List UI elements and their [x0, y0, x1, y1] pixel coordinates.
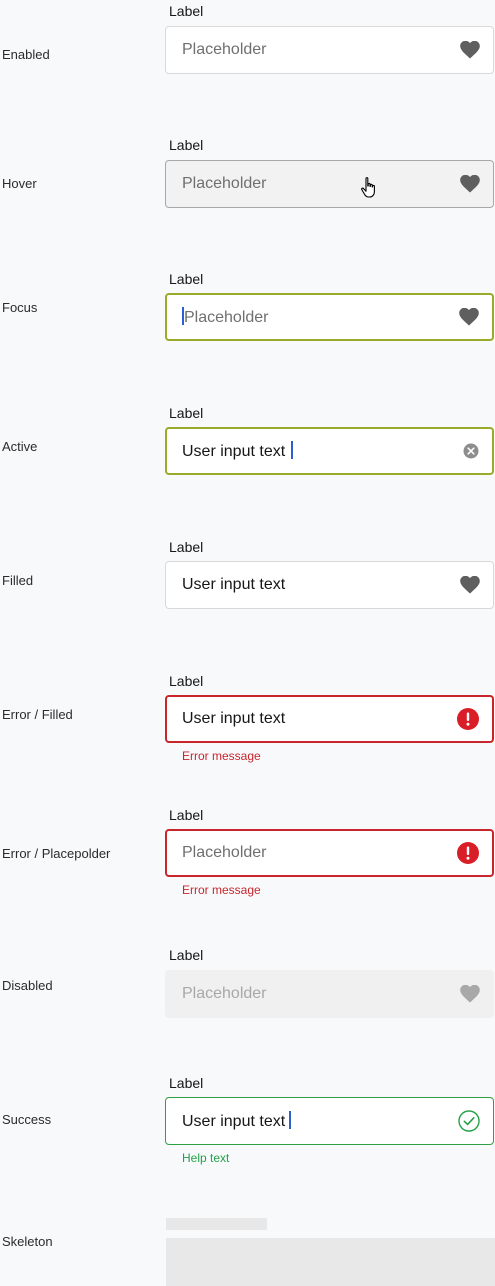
state-label-filled: Filled	[2, 573, 34, 588]
state-label-success: Success	[2, 1112, 52, 1127]
state-label-error-placeholder: Error / Placepolder	[2, 846, 111, 861]
hand-pointer-icon	[360, 176, 380, 200]
error-message: Error message	[182, 749, 261, 763]
text-caret	[289, 1111, 292, 1129]
field-label: Label	[169, 539, 204, 555]
state-label-hover: Hover	[2, 176, 37, 191]
text-caret	[291, 441, 294, 459]
text-input-active[interactable]: User input text	[165, 427, 494, 475]
state-label-enabled: Enabled	[2, 47, 50, 62]
clear-icon[interactable]	[463, 443, 479, 459]
text-input-enabled[interactable]: Placeholder	[165, 26, 494, 74]
heart-icon	[460, 575, 480, 594]
field-label: Label	[169, 3, 204, 19]
text-input-error-filled[interactable]: User input text	[165, 695, 494, 743]
field-label: Label	[169, 673, 204, 689]
placeholder-text: Placeholder	[182, 844, 267, 861]
heart-icon	[459, 307, 479, 326]
input-value: User input text	[182, 710, 286, 727]
help-text: Help text	[182, 1151, 230, 1165]
error-message: Error message	[182, 883, 261, 897]
placeholder-text: Placeholder	[184, 309, 269, 326]
error-icon	[457, 708, 479, 730]
placeholder-text: Placeholder	[182, 985, 267, 1002]
heart-icon	[460, 40, 480, 59]
state-label-error-filled: Error / Filled	[2, 707, 73, 722]
field-label: Label	[169, 807, 204, 823]
field-label: Label	[169, 271, 204, 287]
text-input-disabled: Placeholder	[165, 970, 494, 1018]
text-input-success[interactable]: User input text	[165, 1097, 494, 1145]
state-label-skeleton: Skeleton	[2, 1234, 53, 1249]
state-label-disabled: Disabled	[2, 978, 53, 993]
field-label: Label	[169, 947, 204, 963]
state-label-focus: Focus	[2, 300, 38, 315]
placeholder-text: Placeholder	[182, 41, 267, 58]
field-label: Label	[169, 405, 204, 421]
skeleton-field-placeholder	[166, 1238, 495, 1286]
heart-icon	[460, 984, 480, 1003]
text-input-hover[interactable]: Placeholder	[165, 160, 494, 208]
checkmark-circle-icon	[458, 1110, 480, 1132]
text-input-filled[interactable]: User input text	[165, 561, 494, 609]
text-input-error-placeholder[interactable]: Placeholder	[165, 829, 494, 877]
heart-icon	[460, 174, 480, 193]
skeleton-label-placeholder	[166, 1218, 267, 1230]
input-value: User input text	[182, 576, 286, 593]
field-label: Label	[169, 137, 204, 153]
field-label: Label	[169, 1075, 204, 1091]
input-value: User input text	[182, 1113, 286, 1130]
text-input-focus[interactable]: Placeholder	[165, 293, 494, 341]
placeholder-text: Placeholder	[182, 175, 267, 192]
error-icon	[457, 842, 479, 864]
input-value: User input text	[182, 443, 286, 460]
state-label-active: Active	[2, 439, 38, 454]
